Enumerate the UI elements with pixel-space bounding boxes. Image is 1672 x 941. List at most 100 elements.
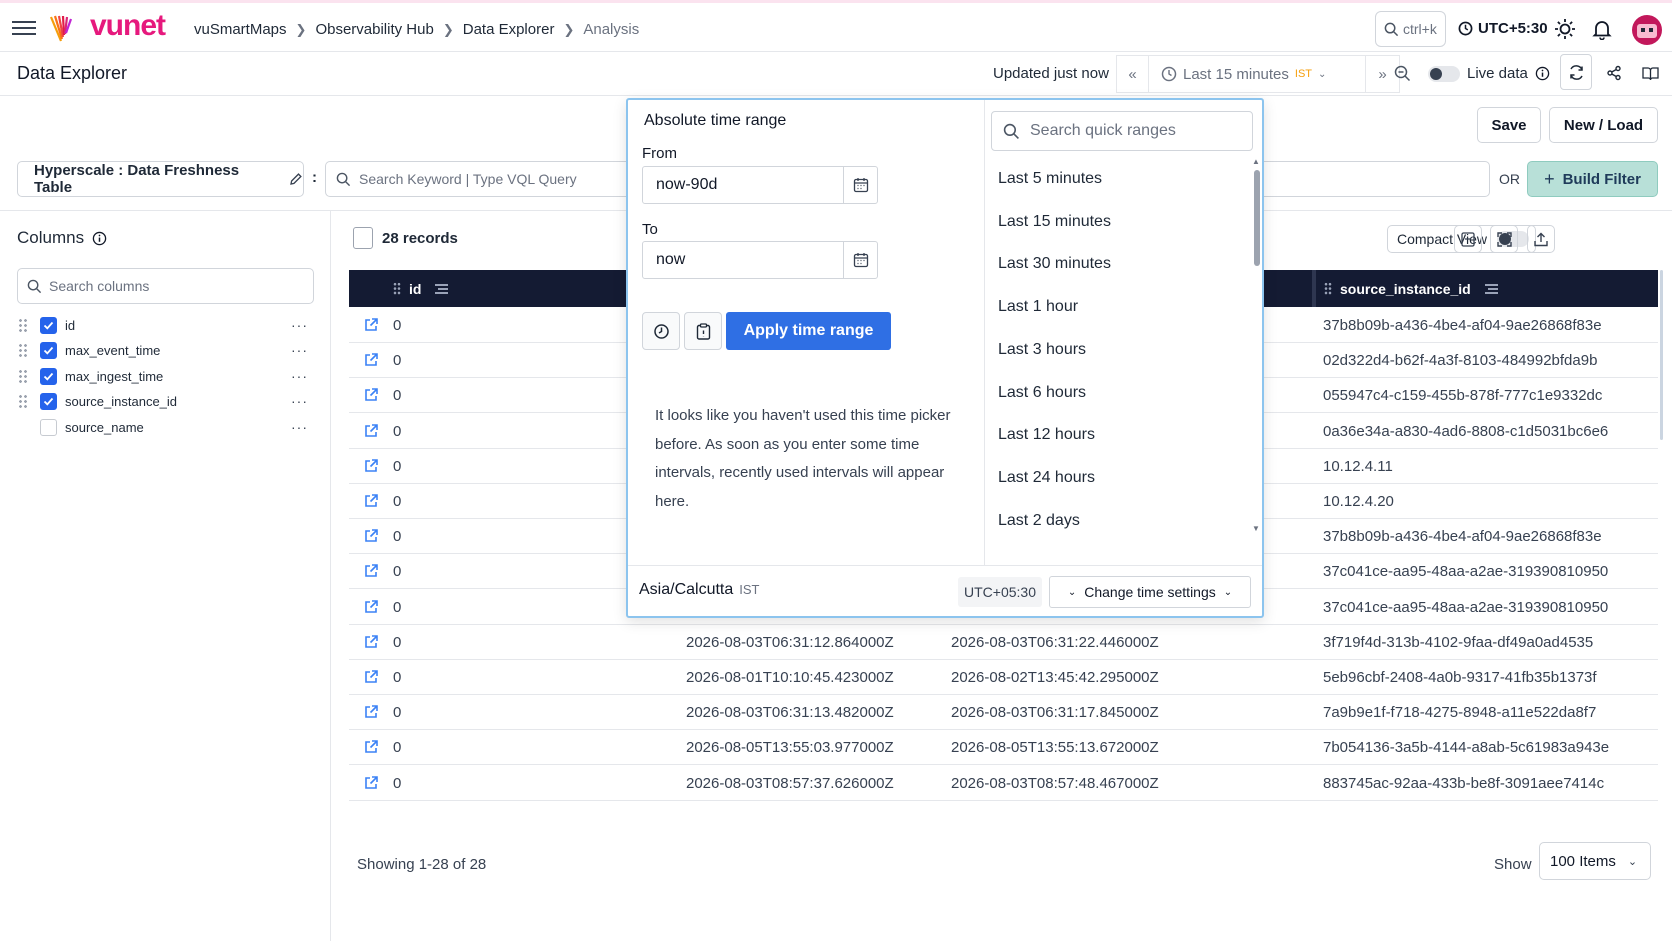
column-checkbox[interactable] — [40, 341, 57, 359]
avatar[interactable] — [1632, 15, 1662, 45]
saved-query-name[interactable]: Hyperscale : Data Freshness Table — [17, 161, 304, 197]
quick-range-item[interactable]: Last 24 hours — [998, 469, 1095, 487]
fullscreen-button[interactable] — [1490, 225, 1518, 253]
column-item[interactable]: id ··· — [18, 314, 308, 336]
more-options-icon[interactable]: ··· — [291, 317, 308, 333]
open-link-icon[interactable] — [363, 599, 379, 615]
from-calendar-button[interactable] — [843, 167, 877, 203]
drag-handle-icon[interactable] — [18, 318, 28, 332]
column-item[interactable]: max_ingest_time ··· — [18, 365, 308, 387]
docs-button[interactable] — [1634, 56, 1666, 90]
more-options-icon[interactable]: ··· — [291, 368, 308, 384]
cell-id: 0 — [393, 598, 402, 616]
edit-icon[interactable] — [289, 172, 303, 186]
table-scrollbar[interactable] — [1660, 270, 1663, 440]
global-search-button[interactable]: ctrl+k — [1375, 11, 1446, 47]
check-icon — [43, 397, 54, 406]
zoom-out-icon — [1394, 65, 1410, 81]
column-header-id[interactable]: id — [393, 270, 449, 307]
timezone-indicator[interactable]: UTC+5:30 — [1458, 20, 1548, 37]
clipboard-button[interactable] — [684, 312, 722, 350]
info-icon[interactable] — [92, 231, 107, 246]
column-item[interactable]: max_event_time ··· — [18, 339, 308, 361]
column-search-input[interactable]: Search columns — [17, 268, 314, 304]
quick-range-item[interactable]: Last 5 minutes — [998, 170, 1102, 188]
column-header-source-instance-id[interactable]: source_instance_id — [1324, 270, 1498, 307]
drag-handle-icon[interactable] — [18, 394, 28, 408]
breadcrumb-data-explorer[interactable]: Data Explorer — [463, 21, 555, 38]
open-link-icon[interactable] — [363, 739, 379, 755]
column-item[interactable]: source_instance_id ··· — [18, 390, 308, 412]
more-options-icon[interactable]: ··· — [291, 419, 308, 435]
open-link-icon[interactable] — [363, 458, 379, 474]
bell-icon[interactable] — [1591, 18, 1613, 40]
cell-id: 0 — [393, 317, 402, 334]
to-field[interactable]: now — [642, 241, 878, 279]
open-link-icon[interactable] — [363, 775, 379, 791]
save-button[interactable]: Save — [1477, 107, 1541, 143]
refresh-button[interactable] — [1560, 54, 1592, 90]
scroll-up-icon[interactable]: ▲ — [1252, 157, 1260, 166]
quick-range-scrollbar[interactable] — [1254, 170, 1260, 266]
column-checkbox[interactable] — [40, 418, 57, 436]
open-link-icon[interactable] — [363, 528, 379, 544]
more-options-icon[interactable]: ··· — [291, 393, 308, 409]
open-link-icon[interactable] — [363, 352, 379, 368]
share-button[interactable] — [1598, 56, 1630, 90]
live-data-toggle[interactable]: Live data — [1428, 65, 1550, 82]
to-calendar-button[interactable] — [843, 242, 877, 278]
time-range-selector[interactable]: Last 15 minutes IST ⌄ — [1149, 66, 1365, 83]
drag-handle-icon[interactable] — [18, 343, 28, 357]
open-link-icon[interactable] — [363, 493, 379, 509]
column-checkbox[interactable] — [40, 392, 57, 410]
quick-range-item[interactable]: Last 1 hour — [998, 298, 1078, 316]
open-link-icon[interactable] — [363, 317, 379, 333]
quick-range-item[interactable]: Last 3 hours — [998, 341, 1086, 359]
export-button[interactable] — [1527, 225, 1555, 253]
column-checkbox[interactable] — [40, 367, 57, 385]
quick-range-search-input[interactable]: Search quick ranges — [991, 111, 1253, 151]
open-link-icon[interactable] — [363, 423, 379, 439]
from-field[interactable]: now-90d — [642, 166, 878, 204]
scroll-down-icon[interactable]: ▼ — [1252, 524, 1260, 533]
drag-handle-icon[interactable] — [393, 282, 401, 295]
open-link-icon[interactable] — [363, 669, 379, 685]
new-load-button[interactable]: New / Load — [1549, 107, 1658, 143]
sun-icon[interactable] — [1554, 18, 1576, 40]
quick-range-item[interactable]: Last 2 days — [998, 512, 1080, 530]
drag-handle-icon[interactable] — [18, 420, 28, 434]
sort-icon[interactable] — [435, 283, 449, 294]
quick-range-item[interactable]: Last 6 hours — [998, 384, 1086, 402]
column-checkbox[interactable] — [40, 316, 57, 334]
breadcrumb-vusmartmaps[interactable]: vuSmartMaps — [194, 21, 287, 38]
quick-range-item[interactable]: Last 15 minutes — [998, 213, 1111, 231]
column-item[interactable]: source_name ··· — [18, 416, 308, 438]
change-time-settings-button[interactable]: ⌄ Change time settings ⌄ — [1049, 576, 1251, 608]
drag-handle-icon[interactable] — [18, 369, 28, 383]
quick-range-item[interactable]: Last 12 hours — [998, 426, 1095, 444]
calendar-icon — [853, 178, 868, 193]
open-link-icon[interactable] — [363, 634, 379, 650]
more-options-icon[interactable]: ··· — [291, 342, 308, 358]
drag-handle-icon[interactable] — [1324, 282, 1332, 295]
page-size-select[interactable]: 100 Items ⌄ — [1539, 842, 1651, 880]
menu-icon[interactable] — [12, 17, 36, 37]
sort-icon[interactable] — [1484, 283, 1498, 294]
previous-range-button[interactable]: « — [1117, 56, 1149, 92]
column-divider[interactable] — [1312, 270, 1316, 307]
history-button[interactable] — [642, 312, 680, 350]
open-link-icon[interactable] — [363, 387, 379, 403]
quick-range-item[interactable]: Last 30 minutes — [998, 255, 1111, 273]
live-data-switch[interactable] — [1428, 65, 1460, 82]
zoom-out-button[interactable] — [1386, 56, 1418, 90]
open-link-icon[interactable] — [363, 704, 379, 720]
apply-time-range-button[interactable]: Apply time range — [726, 312, 891, 350]
from-label: From — [642, 145, 677, 162]
breadcrumb-observability-hub[interactable]: Observability Hub — [315, 21, 433, 38]
build-filter-button[interactable]: + Build Filter — [1527, 161, 1658, 197]
panel-toggle-icon[interactable] — [353, 227, 373, 249]
quick-ranges-panel: Search quick ranges Last 5 minutes Last 1… — [986, 100, 1264, 565]
column-settings-button[interactable] — [1454, 225, 1482, 253]
change-time-settings-label: Change time settings — [1084, 584, 1216, 600]
open-link-icon[interactable] — [363, 563, 379, 579]
